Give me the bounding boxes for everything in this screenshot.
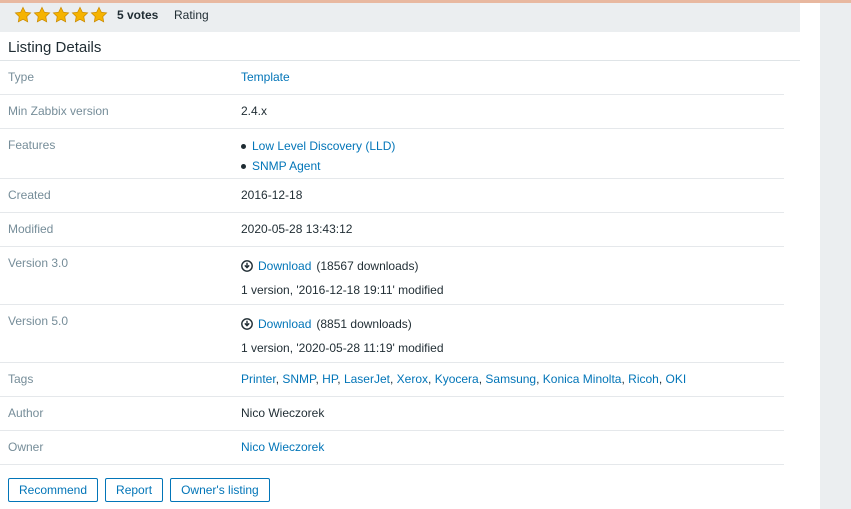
features-list: Low Level Discovery (LLD) SNMP Agent — [241, 136, 395, 176]
rating-bar: 5 votes Rating — [0, 3, 800, 32]
version-5-meta: 1 version, '2020-05-28 11:19' modified — [241, 341, 444, 355]
list-item: Low Level Discovery (LLD) — [241, 136, 395, 156]
detail-row-features: Features Low Level Discovery (LLD) SNMP … — [0, 129, 784, 179]
detail-row-owner: Owner Nico Wieczorek — [0, 431, 784, 465]
action-buttons: Recommend Report Owner's listing — [8, 478, 270, 502]
detail-row-version-5: Version 5.0 Download (8851 downloads) 1 … — [0, 305, 784, 363]
download-link-v5[interactable]: Download — [258, 312, 311, 336]
modified-value: 2020-05-28 13:43:12 — [241, 222, 353, 236]
tag-link[interactable]: Konica Minolta — [543, 372, 622, 386]
downloads-count-v5: (8851 downloads) — [316, 317, 412, 331]
type-link[interactable]: Template — [241, 70, 290, 84]
list-item: SNMP Agent — [241, 156, 395, 176]
min-version-value: 2.4.x — [241, 104, 268, 118]
tag-link[interactable]: LaserJet — [344, 372, 390, 386]
version-5-label: Version 5.0 — [8, 314, 69, 328]
owners-listing-button[interactable]: Owner's listing — [170, 478, 270, 502]
detail-row-version-3: Version 3.0 Download (18567 downloads) 1… — [0, 247, 784, 305]
author-value: Nico Wieczorek — [241, 406, 325, 420]
created-label: Created — [8, 188, 51, 202]
type-label: Type — [8, 70, 35, 84]
detail-row-type: Type Template — [0, 61, 784, 95]
star-icon[interactable] — [14, 6, 32, 24]
tag-link[interactable]: Ricoh — [628, 372, 659, 386]
tag-link[interactable]: Samsung — [485, 372, 536, 386]
downloads-count-v3: (18567 downloads) — [316, 259, 419, 273]
section-title: Listing Details — [8, 39, 102, 56]
tag-link[interactable]: Printer — [241, 372, 276, 386]
page-gutter — [820, 3, 851, 509]
detail-row-created: Created 2016-12-18 — [0, 179, 784, 213]
star-rating[interactable] — [14, 6, 108, 24]
rating-label: Rating — [174, 8, 209, 22]
tag-link[interactable]: SNMP — [282, 372, 315, 386]
detail-row-author: Author Nico Wieczorek — [0, 397, 784, 431]
detail-row-modified: Modified 2020-05-28 13:43:12 — [0, 213, 784, 247]
star-icon[interactable] — [52, 6, 70, 24]
created-value: 2016-12-18 — [241, 188, 303, 202]
listing-content: 5 votes Rating Listing Details Type Temp… — [0, 3, 820, 509]
star-icon[interactable] — [33, 6, 51, 24]
report-button[interactable]: Report — [105, 478, 164, 502]
listing-details-table: Type Template Min Zabbix version 2.4.x F… — [0, 61, 784, 465]
tag-link[interactable]: OKI — [666, 372, 687, 386]
download-link-v3[interactable]: Download — [258, 254, 311, 278]
recommend-button[interactable]: Recommend — [8, 478, 99, 502]
tag-link[interactable]: Xerox — [397, 372, 428, 386]
star-icon[interactable] — [71, 6, 89, 24]
detail-row-tags: Tags Printer, SNMP, HP, LaserJet, Xerox,… — [0, 363, 784, 397]
star-icon[interactable] — [90, 6, 108, 24]
features-label: Features — [8, 138, 56, 152]
feature-link-lld[interactable]: Low Level Discovery (LLD) — [252, 139, 395, 153]
feature-link-snmp-agent[interactable]: SNMP Agent — [252, 159, 320, 173]
modified-label: Modified — [8, 222, 54, 236]
min-version-label: Min Zabbix version — [8, 104, 109, 118]
detail-row-min-version: Min Zabbix version 2.4.x — [0, 95, 784, 129]
tag-link[interactable]: HP — [322, 372, 337, 386]
version-3-meta: 1 version, '2016-12-18 19:11' modified — [241, 283, 444, 297]
tag-link[interactable]: Kyocera — [435, 372, 479, 386]
owner-link[interactable]: Nico Wieczorek — [241, 440, 324, 454]
download-icon — [241, 318, 253, 330]
version-3-label: Version 3.0 — [8, 256, 69, 270]
author-label: Author — [8, 406, 44, 420]
download-icon — [241, 260, 253, 272]
tags-label: Tags — [8, 372, 34, 386]
tags-list: Printer, SNMP, HP, LaserJet, Xerox, Kyoc… — [241, 372, 687, 386]
votes-count: 5 votes — [117, 8, 159, 22]
owner-label: Owner — [8, 440, 44, 454]
